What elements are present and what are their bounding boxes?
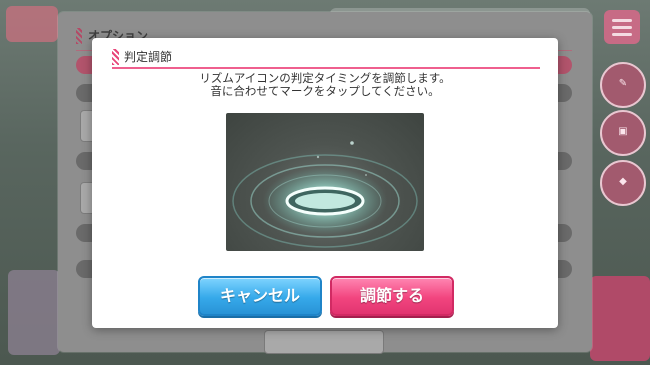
menu-button[interactable] (604, 10, 640, 44)
tap-preview-area[interactable] (226, 113, 424, 251)
instructions: リズムアイコンの判定タイミングを調節します。 音に合わせてマークをタップしてくだ… (92, 72, 558, 98)
area-icon[interactable]: ◆ (600, 160, 646, 206)
cancel-button[interactable]: キャンセル (198, 276, 322, 316)
tap-target-graphic (232, 141, 418, 248)
header-stripe-icon (112, 49, 119, 65)
dialog-divider (112, 67, 540, 69)
home-shortcut[interactable] (6, 6, 58, 42)
live-button[interactable] (590, 276, 650, 361)
adjust-button[interactable]: 調節する (330, 276, 454, 316)
timing-adjust-dialog: 判定調節 リズムアイコンの判定タイミングを調節します。 音に合わせてマークをタッ… (92, 38, 558, 328)
menu-icon-line (612, 19, 632, 22)
character-portrait[interactable] (8, 270, 60, 355)
pen-icon[interactable]: ✎ (600, 62, 646, 108)
instruction-line: 音に合わせてマークをタップしてください。 (210, 84, 440, 98)
menu-icon-line (612, 26, 632, 29)
options-close-button[interactable] (264, 330, 384, 354)
menu-icon-line (612, 33, 632, 36)
gift-icon[interactable]: ▣ (600, 110, 646, 156)
dialog-title: 判定調節 (112, 48, 172, 66)
dialog-title-text: 判定調節 (124, 50, 173, 64)
